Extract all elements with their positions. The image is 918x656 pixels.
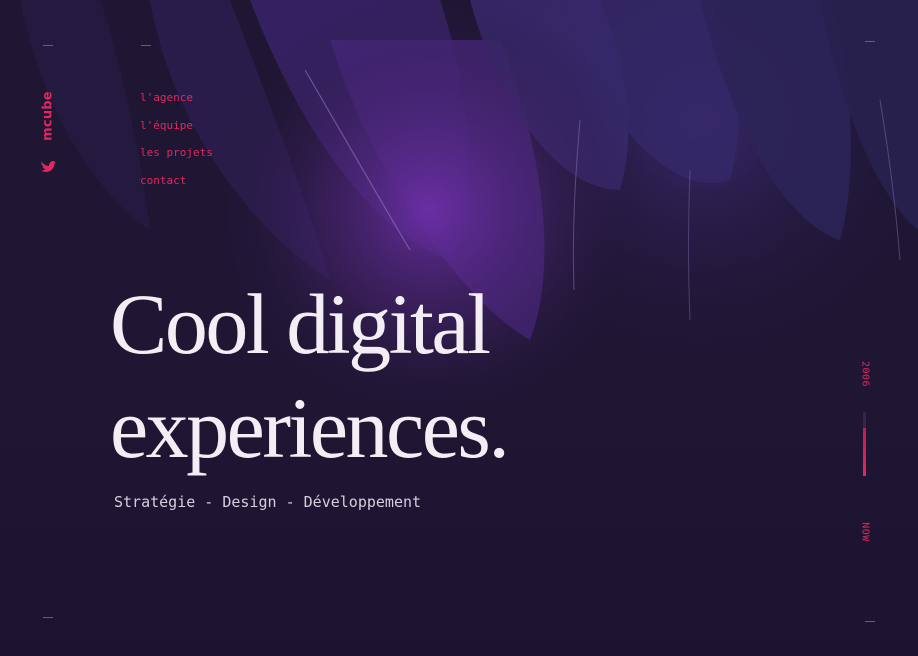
corner-dash-top-left	[43, 45, 53, 46]
timeline-end-label: NOW	[859, 522, 871, 542]
main-nav: l'agence l'équipe les projets contact	[140, 91, 213, 201]
timeline-fill	[863, 428, 866, 476]
timeline-start-label: 2006	[859, 360, 871, 388]
twitter-bird-icon[interactable]	[40, 158, 56, 174]
corner-dash-bottom-left	[43, 617, 53, 618]
hero-page: mcube l'agence l'équipe les projets cont…	[0, 0, 918, 656]
nav-item-contact[interactable]: contact	[140, 174, 213, 202]
nav-item-agence[interactable]: l'agence	[140, 91, 213, 119]
hero-headline-line-2: experiences.	[110, 380, 510, 476]
nav-item-equipe[interactable]: l'équipe	[140, 119, 213, 147]
corner-dash-bottom-right	[865, 621, 875, 622]
timeline-progress-bar[interactable]	[863, 412, 866, 476]
corner-dash-top-right	[865, 41, 875, 42]
nav-dash	[141, 45, 151, 46]
nav-item-projets[interactable]: les projets	[140, 146, 213, 174]
hero-headline: Cool digital experiences.	[110, 272, 510, 480]
brand-logo[interactable]: mcube	[41, 91, 56, 141]
hero-tagline: Stratégie - Design - Développement	[114, 493, 422, 511]
hero-headline-line-1: Cool digital	[110, 276, 491, 372]
